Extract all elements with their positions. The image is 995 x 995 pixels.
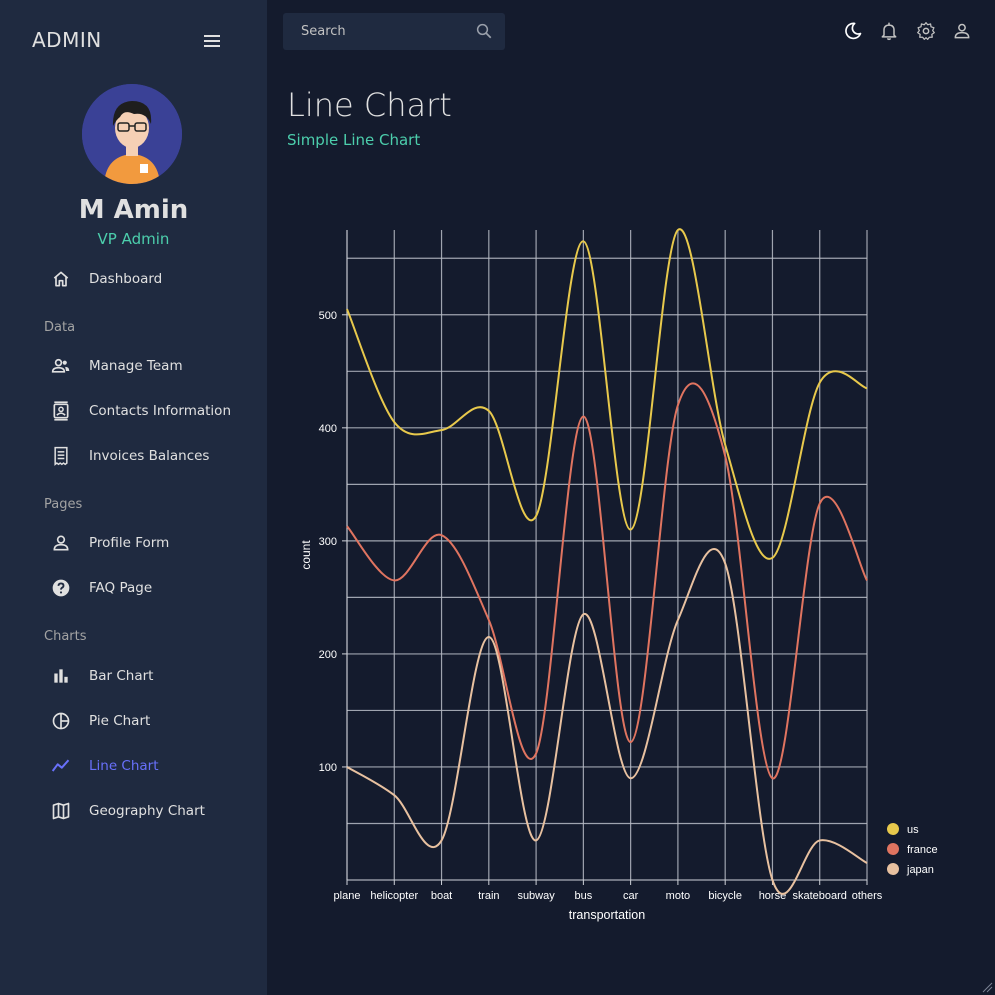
sidebar-item-label: Profile Form: [89, 535, 170, 551]
sidebar-item-label: Geography Chart: [89, 803, 205, 819]
series-line-france: [346, 382, 868, 780]
x-tick-label: car: [623, 890, 639, 902]
pie-chart-icon: [50, 710, 72, 732]
search-input[interactable]: [299, 23, 473, 40]
bell-icon: [881, 22, 897, 41]
x-axis-label: transportation: [569, 908, 645, 922]
sidebar-item-pie-chart[interactable]: Pie Chart: [50, 709, 150, 733]
legend-swatch-france: [887, 843, 899, 855]
receipt-icon: [50, 445, 72, 467]
y-tick-label: 100: [319, 762, 337, 774]
person-icon: [50, 532, 72, 554]
home-icon: [50, 268, 72, 290]
y-axis-label: count: [299, 540, 313, 570]
user-role: VP Admin: [97, 230, 170, 248]
notifications-button[interactable]: [878, 20, 900, 42]
sidebar-item-label: FAQ Page: [89, 580, 153, 596]
legend-label-us: us: [907, 824, 919, 836]
settings-button[interactable]: [915, 20, 937, 42]
x-tick-label: horse: [759, 890, 787, 902]
brand-title: ADMIN: [32, 28, 102, 52]
sidebar-item-label: Line Chart: [89, 758, 159, 774]
search-icon: [476, 23, 492, 39]
legend-label-france: france: [907, 844, 938, 856]
sidebar-item-invoices[interactable]: Invoices Balances: [50, 444, 209, 468]
y-tick-label: 300: [319, 536, 337, 548]
sidebar-item-contacts[interactable]: Contacts Information: [50, 399, 231, 423]
x-tick-label: moto: [666, 890, 690, 902]
legend-swatch-us: [887, 823, 899, 835]
x-tick-label: subway: [517, 890, 555, 902]
help-icon: [50, 577, 72, 599]
user-name: M Amin: [78, 195, 189, 225]
x-tick-label: boat: [431, 890, 452, 902]
line-chart: 100 200 300 400 500 plane helicopter boat train s…: [299, 228, 938, 922]
page-title: Line Chart: [287, 86, 452, 124]
sidebar-item-geography-chart[interactable]: Geography Chart: [50, 799, 205, 823]
sidebar-item-label: Pie Chart: [89, 713, 151, 729]
map-icon: [50, 800, 72, 822]
section-label-pages: Pages: [44, 497, 83, 512]
sidebar: ADMIN M Amin VP Admin Dashboard Data Man…: [0, 0, 267, 995]
x-tick-label: bus: [574, 890, 592, 902]
person-icon: [954, 23, 970, 39]
dark-mode-toggle[interactable]: [842, 20, 864, 42]
line-chart-icon: [50, 755, 72, 777]
sidebar-item-line-chart[interactable]: Line Chart: [50, 754, 159, 778]
y-tick-label: 500: [319, 310, 337, 322]
gear-icon: [917, 22, 935, 40]
series-line-us: [346, 228, 868, 560]
x-tick-label: skateboard: [793, 890, 847, 902]
x-tick-label: others: [852, 890, 883, 902]
sidebar-item-label: Manage Team: [89, 358, 183, 374]
sidebar-item-bar-chart[interactable]: Bar Chart: [50, 664, 153, 688]
search-button[interactable]: [475, 22, 495, 42]
legend-swatch-japan: [887, 863, 899, 875]
profile-button[interactable]: [951, 20, 973, 42]
search-box: [283, 13, 505, 50]
sidebar-item-label: Dashboard: [89, 271, 163, 287]
sidebar-item-profile-form[interactable]: Profile Form: [50, 531, 169, 555]
contacts-icon: [50, 400, 72, 422]
y-tick-label: 400: [319, 423, 337, 435]
sidebar-item-label: Bar Chart: [89, 668, 154, 684]
sidebar-item-dashboard[interactable]: Dashboard: [50, 267, 162, 291]
x-tick-label: helicopter: [370, 890, 418, 902]
menu-toggle-button[interactable]: [200, 28, 226, 54]
section-label-data: Data: [44, 320, 76, 335]
avatar: [82, 84, 182, 184]
x-tick-label: plane: [334, 890, 361, 902]
x-tick-label: bicycle: [708, 890, 742, 902]
sidebar-item-faq[interactable]: FAQ Page: [50, 576, 152, 600]
sidebar-item-manage-team[interactable]: Manage Team: [50, 354, 183, 378]
x-tick-label: train: [478, 890, 499, 902]
bar-chart-icon: [50, 665, 72, 687]
page-subtitle: Simple Line Chart: [287, 131, 421, 149]
menu-icon: [204, 35, 220, 47]
people-icon: [50, 355, 72, 377]
legend-label-japan: japan: [906, 864, 934, 876]
moon-icon: [845, 22, 862, 40]
series-line-japan: [346, 547, 868, 895]
resize-grip-icon: [982, 982, 993, 993]
sidebar-item-label: Invoices Balances: [89, 448, 210, 464]
sidebar-item-label: Contacts Information: [89, 403, 231, 419]
section-label-charts: Charts: [44, 629, 87, 644]
y-tick-label: 200: [319, 649, 337, 661]
